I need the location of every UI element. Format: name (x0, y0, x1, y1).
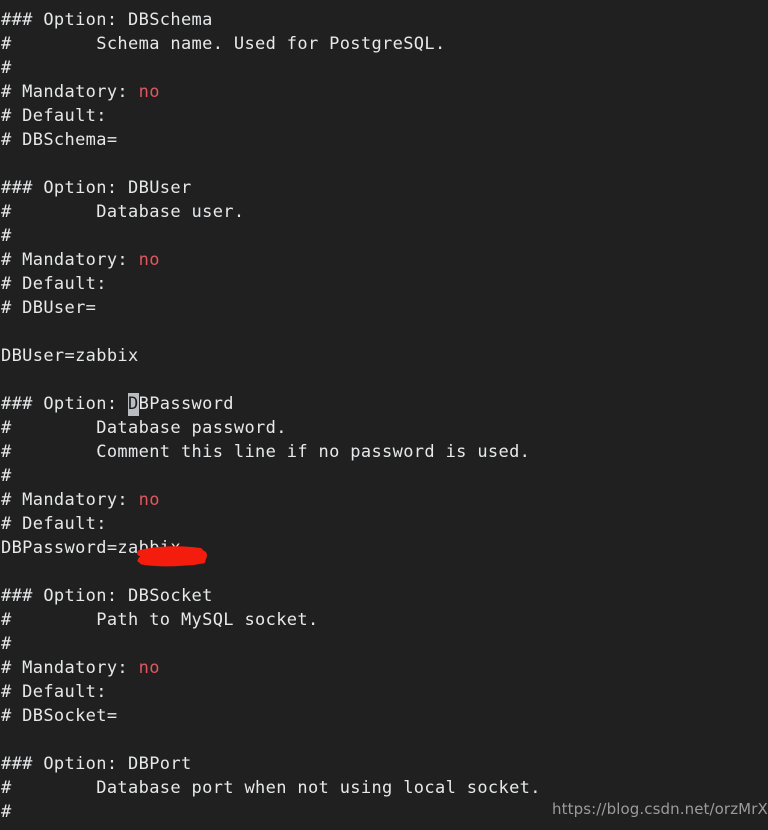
terminal-line: # Mandatory: no (0, 488, 768, 512)
line-text: ### Option: DBSchema (1, 10, 213, 30)
terminal-line: # (0, 632, 768, 656)
line-text: # Comment this line if no password is us… (1, 442, 531, 462)
mandatory-value: no (138, 250, 160, 270)
line-text: # DBSocket= (1, 706, 118, 726)
line-text: # Database user. (1, 202, 245, 222)
line-text: # DBUser= (1, 298, 97, 318)
terminal-line: # (0, 464, 768, 488)
terminal-line: # Comment this line if no password is us… (0, 440, 768, 464)
line-text: ### Option: DBSocket (1, 586, 213, 606)
terminal-line: # Default: (0, 272, 768, 296)
terminal-line: ### Option: DBSocket (0, 584, 768, 608)
line-text: # Database password. (1, 418, 287, 438)
line-text: # Default: (1, 514, 107, 534)
terminal-line: # (0, 56, 768, 80)
terminal-line: # Mandatory: no (0, 248, 768, 272)
terminal-line: # Database user. (0, 200, 768, 224)
line-text: DBUser=zabbix (1, 346, 139, 366)
terminal-line: # Database port when not using local soc… (0, 776, 768, 800)
line-text: # Default: (1, 682, 107, 702)
text-cursor[interactable]: D (128, 393, 139, 416)
terminal-line: ### Option: DBPort (0, 752, 768, 776)
terminal-line: ### Option: DBPassword (0, 392, 768, 416)
line-text: ### Option: (1, 394, 129, 414)
line-text: ### Option: DBPort (1, 754, 192, 774)
terminal-line: # Path to MySQL socket. (0, 608, 768, 632)
line-text: # Schema name. Used for PostgreSQL. (1, 34, 446, 54)
terminal-line: # Default: (0, 680, 768, 704)
line-text: ### Option: DBUser (1, 178, 192, 198)
line-text: # Mandatory: (1, 82, 139, 102)
line-text: # Mandatory: (1, 658, 139, 678)
terminal-line: # Mandatory: no (0, 656, 768, 680)
line-text: # DBSchema= (1, 130, 118, 150)
terminal-line: # DBSchema= (0, 128, 768, 152)
line-text: # (1, 226, 12, 246)
line-text: # Default: (1, 274, 107, 294)
line-text: # Default: (1, 106, 107, 126)
line-text: # Mandatory: (1, 250, 139, 270)
terminal-line: # Database password. (0, 416, 768, 440)
terminal-line: # DBSocket= (0, 704, 768, 728)
terminal-line: ### Option: DBUser (0, 176, 768, 200)
mandatory-value: no (138, 490, 160, 510)
terminal-line: # Mandatory: no (0, 80, 768, 104)
line-text: # Mandatory: (1, 490, 139, 510)
terminal-line: # (0, 224, 768, 248)
line-text: # (1, 58, 12, 78)
line-text: # Database port when not using local soc… (1, 778, 541, 798)
line-text: # (1, 634, 12, 654)
line-text: BPassword (138, 394, 234, 414)
terminal-line: # Default: (0, 512, 768, 536)
line-text: # Path to MySQL socket. (1, 610, 319, 630)
terminal-screen[interactable]: ### Option: DBSchema # Schema name. Used … (0, 0, 768, 830)
line-text: # (1, 802, 12, 822)
line-text: DBPassword=zabbix (1, 538, 181, 558)
mandatory-value: no (138, 658, 160, 678)
terminal-line: # Schema name. Used for PostgreSQL. (0, 32, 768, 56)
terminal-line: DBPassword=zabbix (0, 536, 768, 560)
terminal-line: DBUser=zabbix (0, 344, 768, 368)
terminal-line: ### Option: DBSchema (0, 8, 768, 32)
line-text: # (1, 466, 12, 486)
terminal-text-area[interactable]: ### Option: DBSchema # Schema name. Used … (0, 8, 768, 824)
mandatory-value: no (138, 82, 160, 102)
terminal-line: # Default: (0, 104, 768, 128)
terminal-line: # DBUser= (0, 296, 768, 320)
watermark-blog-url: https://blog.csdn.net/orzMrXu (552, 800, 768, 818)
